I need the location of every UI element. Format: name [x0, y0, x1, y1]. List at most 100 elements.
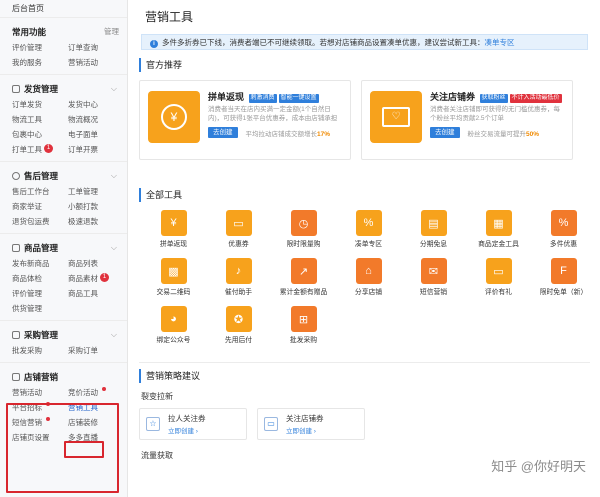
sidebar-item-goods-tools[interactable]: 商品工具 — [68, 286, 124, 301]
tools-grid: ¥ 拼单返现 ▭ 优惠券 ◷ 限时限量购% 凑单专区 ▤ 分期免息 ▦ 商品定金工具% 多件优惠 ▩ 交易… — [139, 210, 590, 348]
tool-item[interactable]: ♪ 催付助手 — [206, 258, 271, 300]
store-icon — [12, 373, 20, 381]
tool-label: 优惠券 — [228, 241, 249, 248]
sidebar-item-purchase-order[interactable]: 采购订单 — [68, 343, 124, 358]
manage-link[interactable]: 管理 — [104, 24, 119, 40]
card-name: 关注店铺券 — [286, 414, 324, 423]
percent-icon: % — [355, 210, 382, 236]
tag: 不计入活动最低价 — [509, 94, 562, 103]
sidebar-item-ticket-manage[interactable]: 工单管理 — [68, 184, 124, 199]
divider — [139, 362, 590, 363]
chevron-down-icon[interactable]: ⌵ — [111, 327, 117, 343]
sidebar-item-order-query[interactable]: 订单查询 — [68, 40, 124, 55]
sidebar-section-purchase: 采购管理 ⌵ 批发采购 采购订单 — [0, 321, 127, 363]
sidebar-item-aftersale-desk[interactable]: 售后工作台 — [12, 184, 68, 199]
create-now-link[interactable]: 立即创建 › — [286, 425, 324, 435]
tool-item[interactable]: % 多件优惠 — [531, 210, 596, 252]
bell-icon: ♪ — [225, 258, 252, 284]
tool-item[interactable]: % 凑单专区 — [336, 210, 401, 252]
sidebar-item-bidding[interactable]: 竞价活动 — [68, 385, 124, 400]
sidebar-section-title[interactable]: 店铺营销 — [0, 369, 127, 385]
tool-item[interactable]: ⌂ 分享店铺 — [336, 258, 401, 300]
sidebar-item-supply-manage[interactable]: 供货管理 — [12, 301, 68, 316]
tool-label: 限时限量购 — [286, 241, 321, 248]
chevron-down-icon[interactable]: ⌵ — [111, 81, 117, 97]
sidebar-item-merchant-proof[interactable]: 商家举证 — [12, 199, 68, 214]
fission-row: ☆ 拉人关注券立即创建 › ▭ 关注店铺券立即创建 › — [139, 408, 590, 440]
tool-item[interactable]: ▭ 评价有礼 — [466, 258, 531, 300]
sidebar-item-marketing-activity-2[interactable]: 营销活动 — [12, 385, 68, 400]
sidebar-item-small-payment[interactable]: 小额打款 — [68, 199, 124, 214]
tool-item[interactable]: ¥ 拼单返现 — [141, 210, 206, 252]
tool-item[interactable]: ✉ 短信营销 — [401, 258, 466, 300]
sidebar-item-return-shipping[interactable]: 退货包运费 — [12, 214, 68, 229]
tool-item[interactable]: ◷ 限时限量购 — [271, 210, 336, 252]
chevron-down-icon[interactable]: ⌵ — [111, 168, 117, 184]
sidebar-item-new-goods[interactable]: 发布新商品 — [12, 256, 68, 271]
count-badge: 1 — [44, 144, 54, 153]
featured-card-cashback[interactable]: ¥ 拼单返现 刺激消费 智能一键设置 消费者当天在店内买满一定金额(1个自然日内)… — [139, 80, 351, 160]
sidebar-item-fast-refund[interactable]: 极速退款 — [68, 214, 124, 229]
chevron-down-icon[interactable]: ⌵ — [111, 240, 117, 256]
tool-item[interactable]: ✪ 先用后付 — [206, 306, 271, 348]
section-title-featured: 官方推荐 — [139, 58, 590, 72]
tool-item[interactable]: ⊞ 批发采购 — [271, 306, 336, 348]
sidebar-item-wholesale[interactable]: 批发采购 — [12, 343, 68, 358]
chart-icon: ↗ — [290, 258, 317, 284]
card-name: 拉人关注券 — [168, 414, 206, 423]
info-icon: i — [150, 40, 158, 48]
tool-item[interactable]: F 限时免单（新） — [531, 258, 596, 300]
tool-label: 先用后付 — [224, 337, 253, 344]
wechat-icon: ◕ — [160, 306, 187, 332]
sidebar-section-title[interactable]: 采购管理 ⌵ — [0, 327, 127, 343]
sidebar-item-marketing-activity[interactable]: 营销活动 — [68, 55, 124, 70]
tool-item[interactable]: ↗ 累计金额有赠品 — [271, 258, 336, 300]
sidebar-item-goods-list[interactable]: 商品列表 — [68, 256, 124, 271]
tool-label: 商品定金工具 — [478, 241, 519, 248]
sidebar-item-logistics-tools[interactable]: 物流工具 — [12, 112, 68, 127]
sidebar-item-order-ship[interactable]: 订单发货 — [12, 97, 68, 112]
sms-icon: ✉ — [420, 258, 447, 284]
fission-card-invite[interactable]: ☆ 拉人关注券立即创建 › — [139, 408, 247, 440]
sidebar-item-package-center[interactable]: 包裹中心 — [12, 127, 68, 142]
sidebar-section-title[interactable]: 售后管理 ⌵ — [0, 168, 127, 184]
metric-text: 平均拉动店铺成交额增长17% — [245, 130, 331, 138]
metric-text: 粉丝交易流量可提升50% — [467, 130, 540, 138]
main-content: 营销工具 i 多件多折券已下线，消费者端已不可继续领取。若想对店铺商品设置凑单优惠… — [129, 0, 600, 497]
tool-item[interactable]: ▤ 分期免息 — [401, 210, 466, 252]
sidebar-item-my-service[interactable]: 我的服务 — [12, 55, 68, 70]
tool-label: 催付助手 — [224, 289, 253, 296]
featured-card-follow-coupon[interactable]: ♡ 关注店铺券 获取粉丝 不计入活动最低价 消费者关注店铺即可获得的无门槛优惠券，… — [361, 80, 573, 160]
sidebar-item-invoice[interactable]: 订单开票 — [68, 142, 124, 157]
tool-label: 评价有礼 — [484, 289, 513, 296]
star-coupon-icon: ☆ — [146, 417, 160, 431]
tool-item[interactable]: ▭ 优惠券 — [206, 210, 271, 252]
sidebar-item-goods-check[interactable]: 商品体检 — [12, 271, 68, 286]
coin-icon: ¥ — [160, 210, 187, 236]
sidebar-item-review-manage-2[interactable]: 评价管理 — [12, 286, 68, 301]
tool-item[interactable]: ▩ 交易二维码 — [141, 258, 206, 300]
sidebar-item-goods-material[interactable]: 商品素材 1 — [68, 271, 124, 286]
page-title: 营销工具 — [145, 10, 194, 24]
sidebar-item-review-manage[interactable]: 评价管理 — [12, 40, 68, 55]
sidebar-item-logistics-overview[interactable]: 物流概况 — [68, 112, 124, 127]
create-button[interactable]: 去创建 — [430, 127, 460, 138]
tool-item[interactable]: ◕ 绑定公众号 — [141, 306, 206, 348]
subsection-title-fission: 裂变拉新 — [141, 392, 173, 401]
sidebar-home-link[interactable]: 后台首页 — [0, 0, 127, 18]
fission-card-follow[interactable]: ▭ 关注店铺券立即创建 › — [257, 408, 365, 440]
create-button[interactable]: 去创建 — [208, 127, 238, 138]
sidebar-item-e-waybill[interactable]: 电子面单 — [68, 127, 124, 142]
tool-item[interactable]: ▦ 商品定金工具 — [466, 210, 531, 252]
sidebar-item-ship-center[interactable]: 发货中心 — [68, 97, 124, 112]
coupon-icon: ▭ — [264, 417, 278, 431]
sidebar-section-title[interactable]: 商品管理 ⌵ — [0, 240, 127, 256]
deposit-icon: ▦ — [485, 210, 512, 236]
sidebar-item-print-tool[interactable]: 打单工具 1 — [12, 142, 68, 157]
create-now-link[interactable]: 立即创建 › — [168, 425, 206, 435]
notice-link[interactable]: 凑单专区 — [485, 38, 515, 47]
sidebar-section-common: 常用功能 管理 评价管理 订单查询 我的服务 营销活动 — [0, 18, 127, 75]
sidebar-section-title: 常用功能 管理 — [0, 24, 127, 40]
sidebar-section-title[interactable]: 发货管理 ⌵ — [0, 81, 127, 97]
featured-desc: 消费者当天在店内买满一定金额(1个自然日内)，可获得1张平台优惠券，成本由店铺承… — [208, 106, 338, 122]
